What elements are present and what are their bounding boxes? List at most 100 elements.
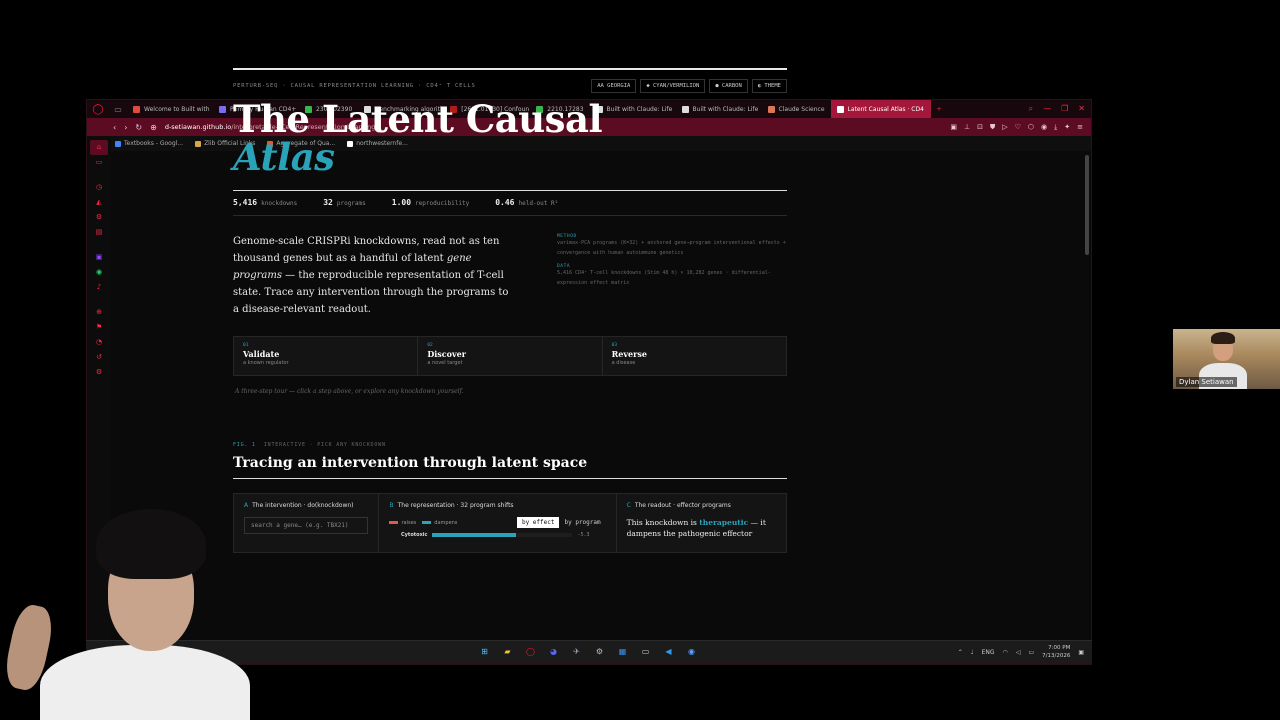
add-icon[interactable]: ⊕ — [96, 305, 102, 320]
bookmark-label: Textbooks - Googl... — [124, 140, 184, 147]
theme-option-button[interactable]: ◆ CYAN/VERMILION — [640, 79, 706, 93]
kicker: PERTURB-SEQ · CAUSAL REPRESENTATION LEAR… — [233, 83, 476, 89]
readout-highlight: therapeutic — [699, 518, 749, 527]
theme-option-button[interactable]: ● CARBON — [709, 79, 748, 93]
panel-readout: C The readout · effector programs This kn… — [617, 494, 786, 552]
clock-icon[interactable]: ◔ — [96, 335, 102, 350]
figure-number: FIG. 1 — [233, 442, 256, 448]
opera-taskbar-icon[interactable]: ◯ — [524, 645, 537, 658]
bookmark-item[interactable]: Textbooks - Googl... — [115, 140, 183, 147]
speed-dial-icon[interactable]: ▭ — [96, 155, 103, 170]
history-icon[interactable]: ◷ — [96, 180, 102, 195]
maximize-icon[interactable]: ❐ — [1061, 104, 1068, 114]
aria-icon[interactable]: ◭ — [96, 195, 101, 210]
wifi-icon[interactable]: ◠ — [1003, 649, 1008, 656]
tour-step-discover[interactable]: 02 Discover a novel target — [418, 337, 603, 375]
program-bar-track — [432, 533, 573, 537]
clock[interactable]: 7:00 PM 7/13/2026 — [1042, 644, 1070, 660]
tour-step-reverse[interactable]: 03 Reverse a disease — [603, 337, 786, 375]
site-security-icon[interactable]: ⊕ — [150, 123, 157, 132]
legend-raises-label: raises — [401, 519, 417, 526]
settings-icon[interactable]: ⚙ — [96, 210, 102, 225]
notifications-icon[interactable]: ▣ — [1078, 649, 1084, 656]
step-num: 02 — [427, 343, 433, 348]
tray-overflow-icon[interactable]: ⌃ — [958, 649, 963, 656]
figure-caption-text: INTERACTIVE · PICK ANY KNOCKDOWN — [263, 442, 386, 448]
scrollbar[interactable] — [1085, 155, 1089, 255]
download-icon[interactable]: ⤓ — [1054, 123, 1057, 132]
panel-representation: B The representation · 32 program shifts … — [379, 494, 617, 552]
profile-icon[interactable]: ◉ — [1041, 123, 1047, 132]
language-indicator[interactable]: ENG — [982, 649, 995, 656]
battery-icon[interactable]: ▭ — [1028, 649, 1034, 656]
toggle-by-effect[interactable]: by effect — [516, 517, 560, 528]
bookmark-icon[interactable]: ⚑ — [96, 320, 102, 335]
shield-icon[interactable]: ⛊ — [990, 123, 995, 132]
theme-option-button[interactable]: ◐ THEME — [751, 79, 787, 93]
window-controls: ⌕ — ❐ ✕ — [1029, 104, 1091, 114]
microphone-icon[interactable]: ♩ — [971, 649, 974, 656]
new-tab-button[interactable]: + — [931, 100, 948, 118]
file-explorer-icon[interactable]: ▰ — [501, 645, 514, 658]
legend-dampens-label: dampens — [434, 519, 458, 526]
discord-icon[interactable]: ◕ — [547, 645, 560, 658]
step-title: Reverse — [611, 349, 647, 359]
person-hair — [1211, 332, 1235, 344]
zotero-icon[interactable]: ◉ — [685, 645, 698, 658]
tab-menu-icon[interactable]: ▭ — [109, 105, 127, 114]
reload-icon[interactable]: ↻ — [135, 123, 142, 132]
gear-icon[interactable]: ⚙ — [96, 365, 102, 380]
back-icon[interactable]: ‹ — [113, 123, 116, 132]
music-icon[interactable]: ♪ — [97, 280, 101, 295]
play-icon[interactable]: ▷ — [1002, 123, 1007, 132]
screenshot-icon[interactable]: ⊡ — [977, 123, 983, 132]
whatsapp-icon[interactable]: ◉ — [96, 265, 102, 280]
volume-icon[interactable]: ◁ — [1016, 649, 1021, 656]
step-num: 01 — [243, 343, 249, 348]
vscode-icon[interactable]: ◀ — [662, 645, 675, 658]
forward-icon[interactable]: › — [124, 123, 127, 132]
program-bar-fill — [432, 533, 517, 537]
home-icon[interactable]: ⌂ — [90, 140, 108, 155]
store-icon[interactable]: ▦ — [616, 645, 629, 658]
program-bar-label: Cytotoxic — [401, 532, 428, 538]
extensions-icon[interactable]: ⬡ — [1028, 123, 1034, 132]
ai-icon[interactable]: ✦ — [1064, 123, 1070, 132]
windows-start-icon[interactable]: ⊞ — [478, 645, 491, 658]
snapshot-icon[interactable]: ▣ — [950, 123, 957, 132]
pinboard-icon[interactable]: ▤ — [96, 225, 103, 240]
search-tabs-icon[interactable]: ⌕ — [1029, 104, 1033, 114]
program-bar-row[interactable]: Cytotoxic -5.3 — [389, 532, 605, 538]
browser-tab[interactable]: Latent Causal Atlas · CD4✕ — [830, 100, 931, 118]
browser-tab[interactable]: Welcome to Built with — [127, 100, 213, 118]
close-icon[interactable]: ✕ — [1078, 104, 1085, 114]
method-text: varimax-PCA programs (K=32) + anchored g… — [557, 240, 786, 256]
gene-search-input[interactable]: search a gene… (e.g. TBX21) — [244, 517, 369, 534]
figure-caption: FIG. 1 INTERACTIVE · PICK ANY KNOCKDOWN — [233, 442, 787, 448]
terminal-icon[interactable]: ▭ — [639, 645, 652, 658]
panel-a-title: The intervention · do(knockdown) — [252, 502, 354, 509]
step-title: Validate — [243, 349, 280, 359]
presenter-hair — [96, 509, 206, 579]
minimize-icon[interactable]: — — [1043, 104, 1051, 114]
webcam-thumbnail: Dylan Setiawan — [1173, 329, 1280, 389]
settings-app-icon[interactable]: ⚙ — [593, 645, 606, 658]
pin-icon[interactable]: ⊥ — [964, 123, 970, 132]
stat-item: 5,416 knockdowns — [233, 198, 297, 207]
panel-c-title: The readout · effector programs — [634, 502, 731, 509]
figure-panels: A The intervention · do(knockdown) search… — [233, 493, 787, 553]
toggle-by-program[interactable]: by program — [559, 517, 605, 528]
menu-icon[interactable]: ≡ — [1077, 123, 1083, 132]
opera-logo-icon[interactable]: ◯ — [87, 104, 109, 115]
intro-paragraph: Genome-scale CRISPRi knockdowns, read no… — [233, 233, 511, 318]
refresh-icon[interactable]: ↺ — [96, 350, 102, 365]
theme-option-button[interactable]: AA GEORGIA — [591, 79, 637, 93]
steam-icon[interactable]: ✈ — [570, 645, 583, 658]
tour-step-validate[interactable]: 01 Validate a known regulator — [234, 337, 419, 375]
stat-item: 32 programs — [323, 198, 366, 207]
heart-icon[interactable]: ♡ — [1015, 123, 1021, 132]
twitch-icon[interactable]: ▣ — [96, 250, 103, 265]
legend-dampens: dampens — [422, 520, 457, 526]
page-title-accent: Atlas — [233, 135, 335, 179]
url-host: d-setiawan.github.io — [164, 123, 232, 131]
